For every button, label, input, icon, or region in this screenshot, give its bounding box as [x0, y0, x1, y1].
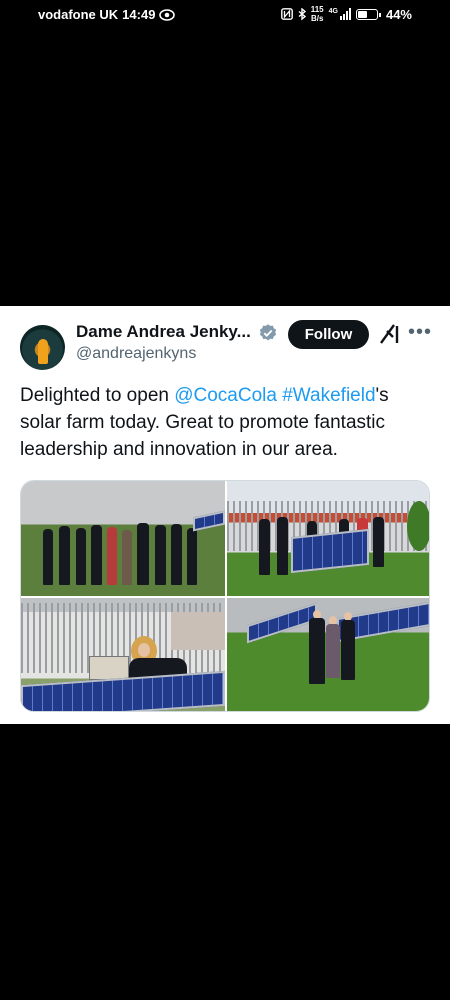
bluetooth-icon: [298, 7, 306, 20]
more-options-icon[interactable]: •••: [408, 322, 432, 344]
cellular-signal-icon: 4G: [329, 8, 351, 20]
media-grid[interactable]: [20, 480, 430, 712]
carrier-label: vodafone UK: [38, 7, 119, 22]
photo-woman-solar-panel[interactable]: [21, 598, 225, 711]
grok-icon[interactable]: [379, 322, 401, 346]
photo-three-people-solar[interactable]: [227, 598, 429, 711]
photo-solar-panel-group[interactable]: [227, 481, 429, 596]
network-speed: 115 B/s: [311, 5, 324, 23]
nfc-icon: [280, 8, 293, 20]
clock: 14:49: [122, 7, 156, 22]
status-left: vodafone UK 14:49: [38, 7, 176, 22]
follow-button[interactable]: Follow: [288, 320, 369, 349]
mention-link[interactable]: @CocaCola: [174, 385, 277, 406]
battery-percent: 44%: [385, 6, 412, 22]
verified-badge-icon: [259, 324, 277, 341]
eye-icon: [159, 8, 176, 21]
author-handle[interactable]: @andreajenkyns: [76, 345, 196, 363]
speed-value: 115: [310, 5, 324, 14]
author-name[interactable]: Dame Andrea Jenky...: [76, 322, 251, 342]
status-right: 115 B/s 4G 44%: [280, 5, 412, 23]
tweet-text: Delighted to open @CocaCola #Wakefield's…: [20, 382, 430, 463]
avatar[interactable]: [20, 325, 65, 370]
speed-unit: B/s: [310, 14, 324, 23]
tweet-text-start: Delighted to open: [20, 385, 175, 406]
tweet-card[interactable]: Dame Andrea Jenky... @andreajenkyns Foll…: [0, 306, 450, 724]
photo-group-field[interactable]: [21, 481, 225, 596]
network-type: 4G: [328, 8, 338, 15]
hashtag-link[interactable]: #Wakefield: [282, 385, 375, 406]
battery-icon: [355, 8, 381, 20]
status-bar: vodafone UK 14:49 115 B/s 4G 44%: [0, 0, 450, 30]
